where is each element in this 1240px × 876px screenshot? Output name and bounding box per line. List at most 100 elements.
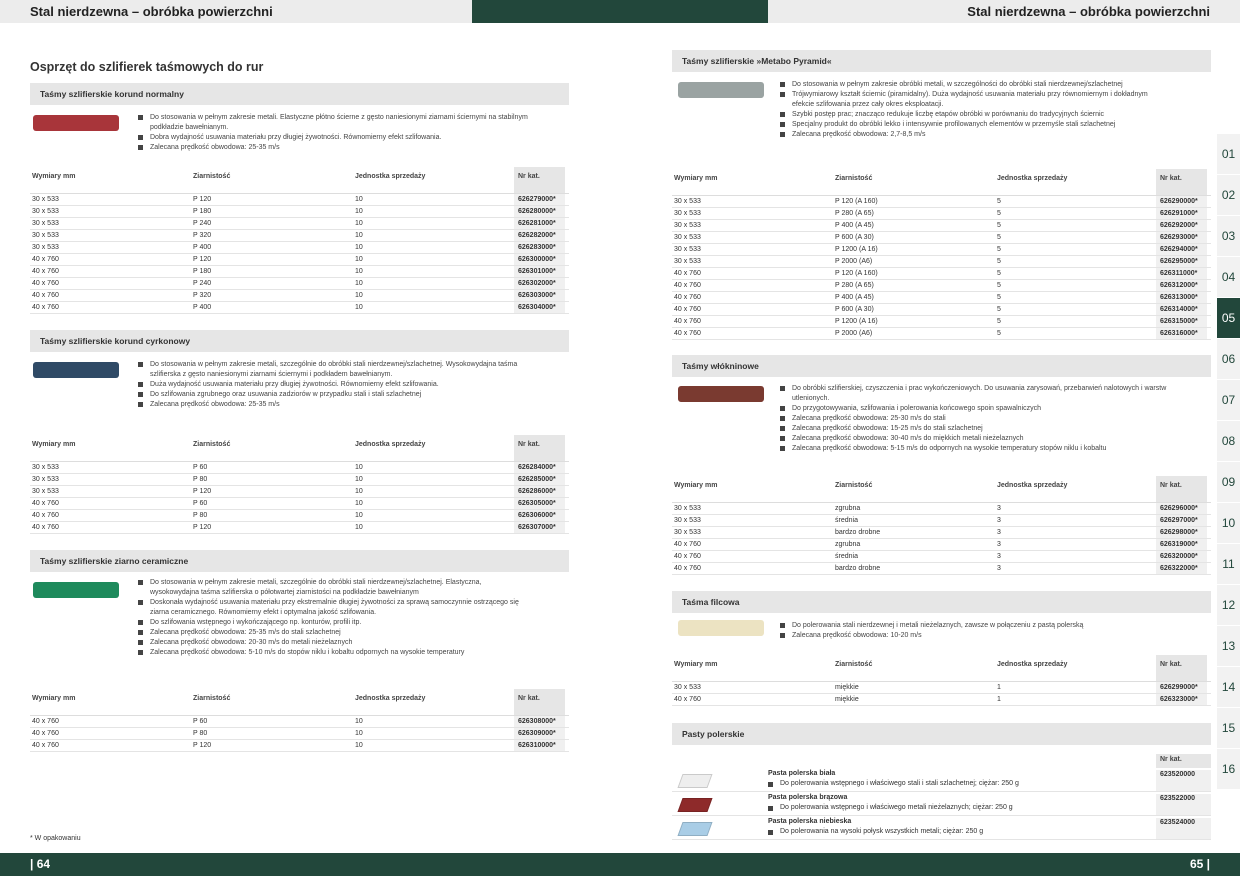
table-cell: zgrubna — [835, 541, 861, 548]
column-header: Ziarnistość — [193, 441, 231, 448]
table-cell: 40 x 760 — [674, 306, 701, 313]
chapter-tab-06[interactable]: 06 — [1217, 339, 1240, 380]
table-cell: P 280 (A 65) — [835, 282, 874, 289]
table-cell: 626305000* — [514, 498, 565, 509]
table-cell: 626322000* — [1156, 563, 1207, 574]
chapter-tab-05[interactable]: 05 — [1217, 298, 1240, 339]
chapter-tab-04[interactable]: 04 — [1217, 257, 1240, 298]
table-cell: 626323000* — [1156, 694, 1207, 705]
table-cell: P 320 — [193, 292, 212, 299]
table-cell: P 400 — [193, 244, 212, 251]
table-cell: 40 x 760 — [32, 304, 59, 311]
chapter-tab-01[interactable]: 01 — [1217, 134, 1240, 175]
belt-image — [678, 82, 764, 98]
table-cell: 30 x 533 — [674, 505, 701, 512]
column-header: Ziarnistość — [835, 482, 873, 489]
table-cell: 10 — [355, 196, 363, 203]
table-cell: 626297000* — [1156, 515, 1207, 526]
column-header: Wymiary mm — [674, 175, 718, 182]
table-cell: 40 x 760 — [674, 565, 701, 572]
table-row: 30 x 533 P 120 10 626286000* — [30, 486, 569, 498]
column-header: Jednostka sprzedaży — [997, 482, 1068, 489]
table-row: 40 x 760 P 240 10 626302000* — [30, 278, 569, 290]
table-cell: 30 x 533 — [674, 529, 701, 536]
table-cell: 40 x 760 — [674, 541, 701, 548]
feature-item: Zalecana prędkość obwodowa: 15-25 m/s do… — [780, 424, 1170, 434]
table-row: 30 x 533 P 400 (A 45) 5 626292000* — [672, 220, 1211, 232]
chapter-tab-12[interactable]: 12 — [1217, 585, 1240, 626]
table-row: 40 x 760 P 400 (A 45) 5 626313000* — [672, 292, 1211, 304]
feature-item: Zalecana prędkość obwodowa: 5-15 m/s do … — [780, 444, 1170, 454]
table-cell: 10 — [355, 476, 363, 483]
table-cell: 5 — [997, 210, 1001, 217]
table-cell: 10 — [355, 280, 363, 287]
paste-item: Pasta polerska niebieska Do polerowania n… — [672, 818, 1211, 840]
column-header: Jednostka sprzedaży — [997, 661, 1068, 668]
chapter-tab-07[interactable]: 07 — [1217, 380, 1240, 421]
chapter-tab-10[interactable]: 10 — [1217, 503, 1240, 544]
paste-description: Do polerowania wstępnego i właściwego me… — [768, 804, 1013, 811]
table-row: 40 x 760 P 600 (A 30) 5 626314000* — [672, 304, 1211, 316]
feature-item: Zalecana prędkość obwodowa: 25-30 m/s do… — [780, 414, 1170, 424]
table-cell: 5 — [997, 234, 1001, 241]
table-cell: 626311000* — [1156, 268, 1207, 279]
table-cell: 5 — [997, 318, 1001, 325]
feature-list: Do stosowania w pełnym zakresie obróbki … — [780, 80, 1170, 140]
table-cell: 626296000* — [1156, 503, 1207, 514]
feature-list: Do stosowania w pełnym zakresie metali, … — [138, 360, 528, 410]
chapter-tab-14[interactable]: 14 — [1217, 667, 1240, 708]
chapter-tab-11[interactable]: 11 — [1217, 544, 1240, 585]
table-cell: 40 x 760 — [32, 256, 59, 263]
table-cell: 40 x 760 — [32, 268, 59, 275]
table-cell: P 80 — [193, 730, 208, 737]
column-header: Wymiary mm — [674, 482, 718, 489]
section-heading: Taśmy szlifierskie ziarno ceramiczne — [30, 550, 569, 572]
chapter-tab-16[interactable]: 16 — [1217, 749, 1240, 790]
column-header: Jednostka sprzedaży — [997, 175, 1068, 182]
table-cell: 626293000* — [1156, 232, 1207, 243]
table-cell: 10 — [355, 268, 363, 275]
feature-item: Zalecana prędkość obwodowa: 25-35 m/s — [138, 400, 528, 410]
column-header: Nr kat. — [1156, 476, 1207, 502]
table-cell: 30 x 533 — [674, 684, 701, 691]
table-cell: 3 — [997, 565, 1001, 572]
chapter-tab-02[interactable]: 02 — [1217, 175, 1240, 216]
table-cell: 626290000* — [1156, 196, 1207, 207]
table-cell: P 280 (A 65) — [835, 210, 874, 217]
feature-item: Do szlifowania wstępnego i wykończająceg… — [138, 618, 528, 628]
table-cell: 10 — [355, 244, 363, 251]
table-cell: 626280000* — [514, 206, 565, 217]
chapter-tab-03[interactable]: 03 — [1217, 216, 1240, 257]
spec-table: Wymiary mm Ziarnistość Jednostka sprzedaży… — [672, 476, 1211, 575]
table-cell: 10 — [355, 512, 363, 519]
column-header: Jednostka sprzedaży — [355, 173, 426, 180]
feature-item: Do polerowania stali nierdzewnej i metal… — [780, 621, 1170, 631]
chapter-tab-15[interactable]: 15 — [1217, 708, 1240, 749]
column-header: Ziarnistość — [193, 173, 231, 180]
table-cell: P 240 — [193, 220, 212, 227]
table-cell: 30 x 533 — [32, 244, 59, 251]
table-cell: 40 x 760 — [674, 294, 701, 301]
table-cell: 30 x 533 — [674, 517, 701, 524]
chapter-tab-13[interactable]: 13 — [1217, 626, 1240, 667]
column-header: Wymiary mm — [32, 173, 76, 180]
table-cell: 3 — [997, 553, 1001, 560]
table-cell: P 120 — [193, 488, 212, 495]
chapter-tab-09[interactable]: 09 — [1217, 462, 1240, 503]
table-cell: 1 — [997, 684, 1001, 691]
feature-item: Do stosowania w pełnym zakresie metali. … — [138, 113, 528, 133]
table-cell: 30 x 533 — [674, 258, 701, 265]
chapter-tab-08[interactable]: 08 — [1217, 421, 1240, 462]
table-cell: 626291000* — [1156, 208, 1207, 219]
table-row: 30 x 533 P 80 10 626285000* — [30, 474, 569, 486]
table-cell: 40 x 760 — [32, 742, 59, 749]
table-cell: 626294000* — [1156, 244, 1207, 255]
table-cell: 10 — [355, 718, 363, 725]
feature-item: Doskonała wydajność usuwania materiału p… — [138, 598, 528, 618]
table-header: Wymiary mm Ziarnistość Jednostka sprzedaży… — [30, 435, 569, 462]
table-row: 40 x 760 bardzo drobne 3 626322000* — [672, 563, 1211, 575]
table-cell: P 60 — [193, 718, 208, 725]
table-cell: 30 x 533 — [674, 246, 701, 253]
table-cell: 10 — [355, 220, 363, 227]
column-header: Ziarnistość — [835, 661, 873, 668]
